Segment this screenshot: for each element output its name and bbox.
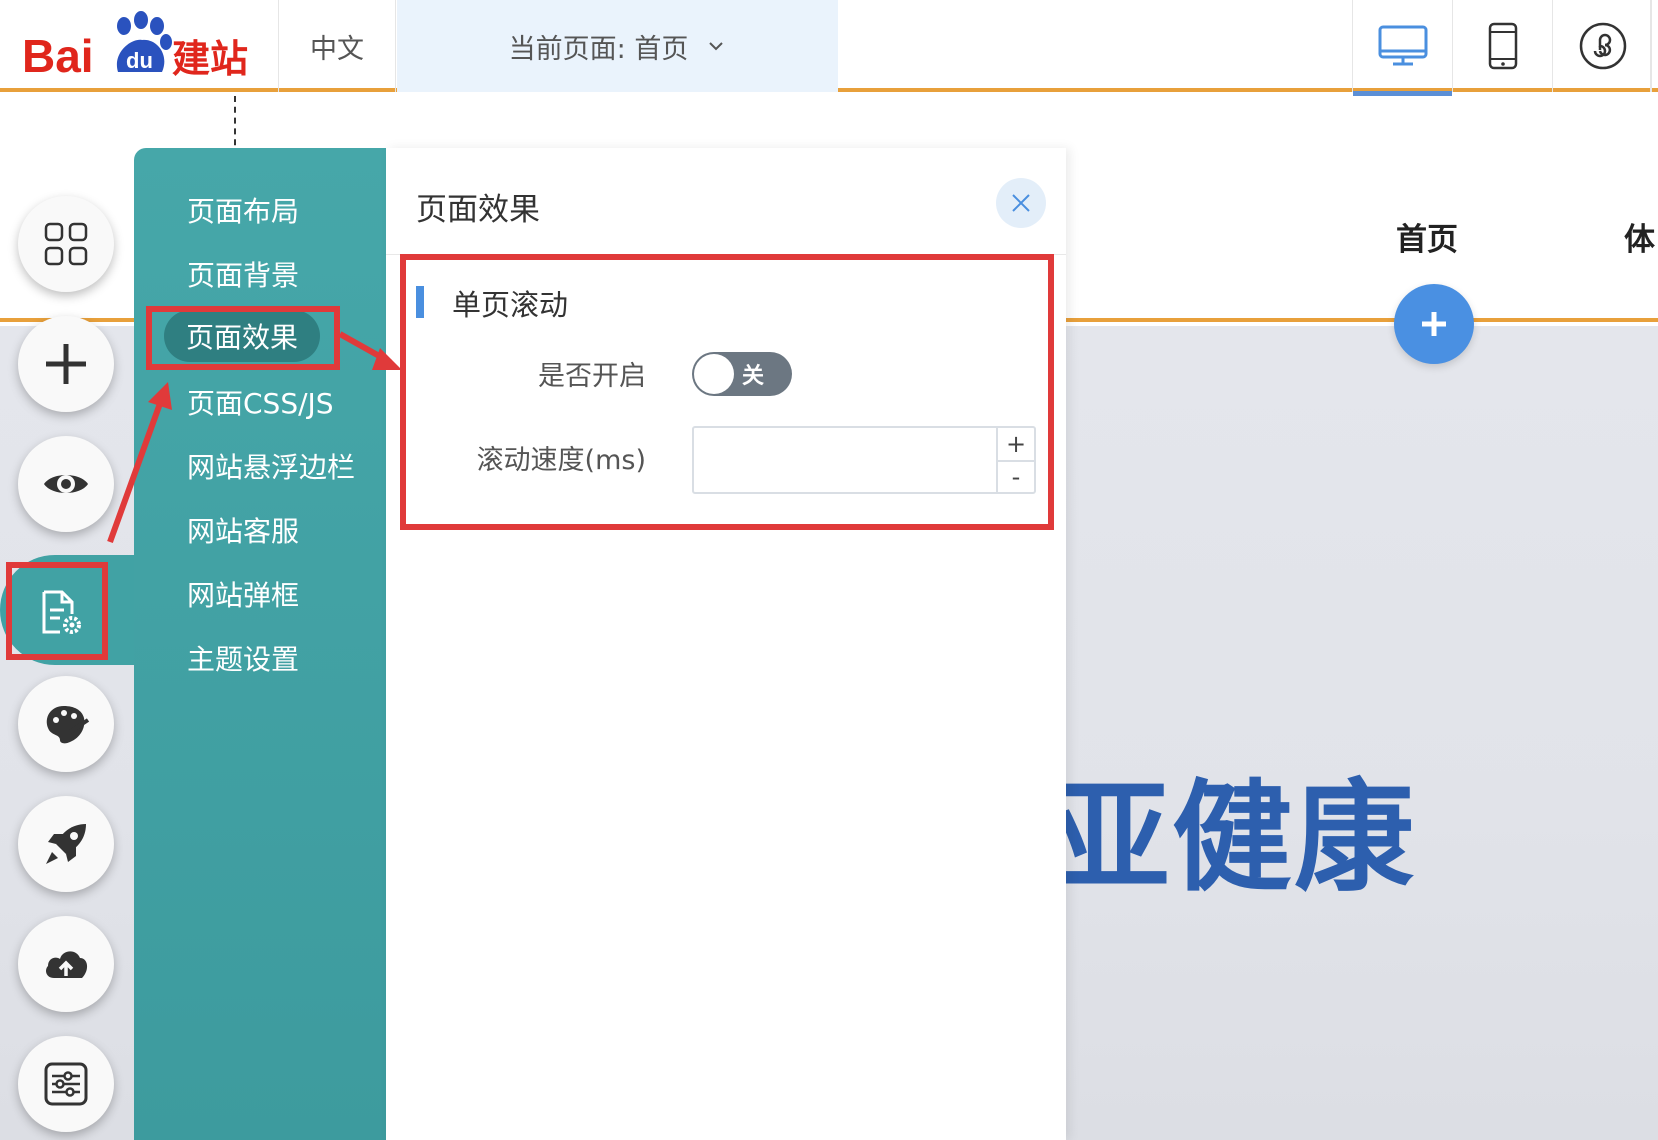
banner-heading: 亚健康 — [1050, 769, 1416, 908]
mobile-view-button[interactable] — [1452, 0, 1552, 92]
mini-program-icon — [1579, 22, 1626, 70]
menu-item-page-css-js[interactable]: 页面CSS/JS — [187, 382, 334, 422]
components-button[interactable] — [18, 196, 114, 292]
device-switcher — [1352, 0, 1652, 96]
close-button[interactable] — [996, 178, 1046, 228]
add-button[interactable] — [18, 316, 114, 412]
add-section-button[interactable] — [1394, 284, 1474, 364]
grid-icon — [44, 222, 88, 266]
plus-icon — [1422, 312, 1446, 336]
guide-line — [234, 96, 236, 156]
highlight-page-effects-menu — [146, 306, 340, 370]
mini-program-view-button[interactable] — [1552, 0, 1652, 92]
logo-text-jianzhan: 建站 — [172, 37, 248, 81]
site-nav-item-2[interactable]: 体 — [1624, 214, 1655, 259]
current-page-dropdown[interactable]: 当前页面: 首页 — [397, 0, 838, 92]
palette-icon — [46, 706, 90, 744]
language-switcher[interactable]: 中文 — [278, 0, 396, 92]
current-page-label: 当前页面: 首页 — [508, 33, 689, 65]
desktop-icon — [1378, 25, 1427, 66]
menu-item-floating-sidebar[interactable]: 网站悬浮边栏 — [187, 446, 355, 486]
menu-item-theme-settings[interactable]: 主题设置 — [187, 638, 299, 678]
panel-title: 页面效果 — [416, 192, 540, 228]
eye-icon — [44, 475, 88, 493]
highlight-scroll-settings — [400, 254, 1054, 530]
rocket-icon — [46, 824, 86, 864]
plus-icon — [46, 344, 86, 384]
topbar-divider — [1650, 0, 1652, 92]
highlight-page-settings-tool — [6, 562, 108, 660]
desktop-view-button[interactable] — [1352, 0, 1452, 96]
publish-seo-button[interactable] — [18, 796, 114, 892]
menu-item-page-layout[interactable]: 页面布局 — [187, 190, 299, 230]
cloud-upload-icon — [46, 951, 88, 978]
top-bar: Bai du 建站 中文 当前页面: 首页 — [0, 0, 1658, 96]
settings-button[interactable] — [18, 1036, 114, 1132]
sliders-icon — [44, 1062, 88, 1106]
upload-button[interactable] — [18, 916, 114, 1012]
page-settings-menu: 页面布局 页面背景 页面效果 页面CSS/JS 网站悬浮边栏 网站客服 网站弹框… — [134, 148, 386, 1140]
preview-button[interactable] — [18, 436, 114, 532]
site-nav-home[interactable]: 首页 — [1396, 214, 1458, 259]
menu-item-customer-service[interactable]: 网站客服 — [187, 510, 299, 550]
mobile-icon — [1488, 22, 1517, 70]
baidu-jianzhan-logo[interactable]: Bai du 建站 — [22, 8, 252, 82]
chevron-down-icon — [709, 42, 724, 51]
menu-item-popup[interactable]: 网站弹框 — [187, 574, 299, 614]
logo-text-du: du — [126, 48, 153, 73]
logo-text-bai: Bai — [22, 30, 94, 82]
close-icon — [1012, 194, 1030, 212]
menu-item-page-background[interactable]: 页面背景 — [187, 254, 299, 294]
style-button[interactable] — [18, 676, 114, 772]
